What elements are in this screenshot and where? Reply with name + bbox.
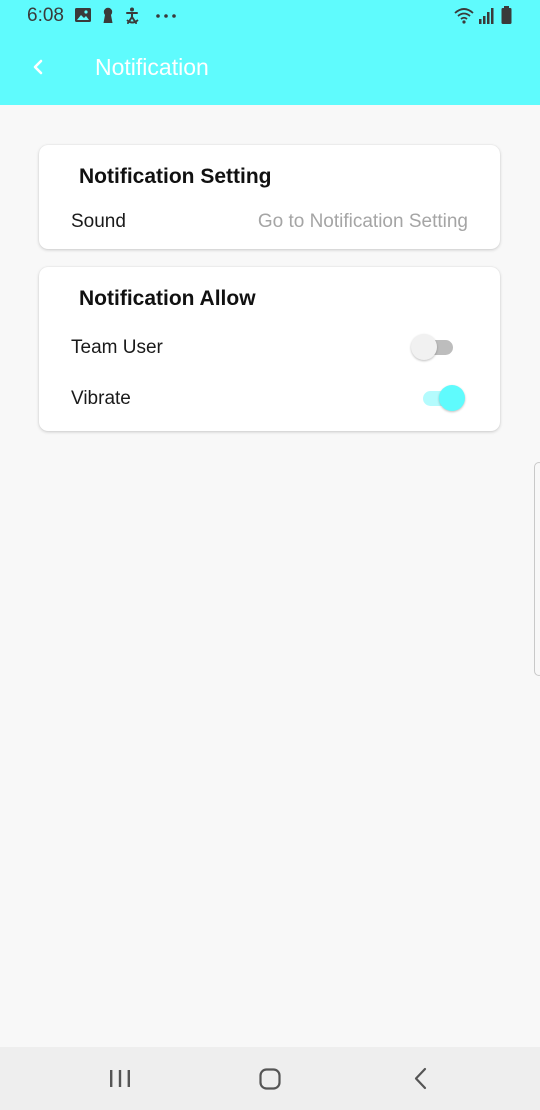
status-icons-right [454, 6, 512, 24]
notification-setting-title: Notification Setting [79, 165, 272, 188]
page-title: Notification [95, 54, 209, 80]
vibrate-toggle[interactable] [419, 383, 467, 413]
app-bar: Notification [0, 34, 540, 105]
go-to-notification-setting-link[interactable]: Go to Notification Setting [258, 211, 468, 233]
more-dots-icon [156, 14, 176, 18]
recent-apps-button[interactable] [100, 1063, 140, 1095]
wifi-icon [454, 8, 474, 24]
status-bar: 6:08 [0, 0, 540, 34]
home-button[interactable] [250, 1063, 290, 1095]
recent-apps-icon [110, 1070, 130, 1087]
edge-panel-handle[interactable] [534, 462, 540, 676]
team-user-toggle[interactable] [411, 332, 459, 362]
battery-icon [501, 6, 512, 24]
toggle-thumb [439, 385, 465, 411]
nav-back-button[interactable] [401, 1063, 441, 1095]
toggle-thumb [411, 334, 437, 360]
status-icons-left [75, 7, 176, 24]
notification-setting-card: Notification Setting Sound Go to Notific… [39, 145, 500, 249]
vibrate-label: Vibrate [71, 388, 131, 409]
accessibility-icon [126, 7, 139, 24]
system-nav-bar [0, 1047, 540, 1110]
team-user-label: Team User [71, 337, 163, 358]
notification-allow-card: Notification Allow Team User Vibrate [39, 267, 500, 431]
chevron-left-icon [33, 59, 43, 75]
back-icon [414, 1067, 427, 1090]
signal-icon [479, 8, 494, 24]
sound-label: Sound [71, 211, 126, 232]
home-icon [259, 1068, 281, 1090]
keyhole-icon [103, 7, 113, 23]
notification-allow-title: Notification Allow [79, 287, 256, 310]
gallery-icon [75, 8, 91, 22]
status-time: 6:08 [27, 5, 64, 26]
back-button[interactable] [22, 52, 54, 84]
